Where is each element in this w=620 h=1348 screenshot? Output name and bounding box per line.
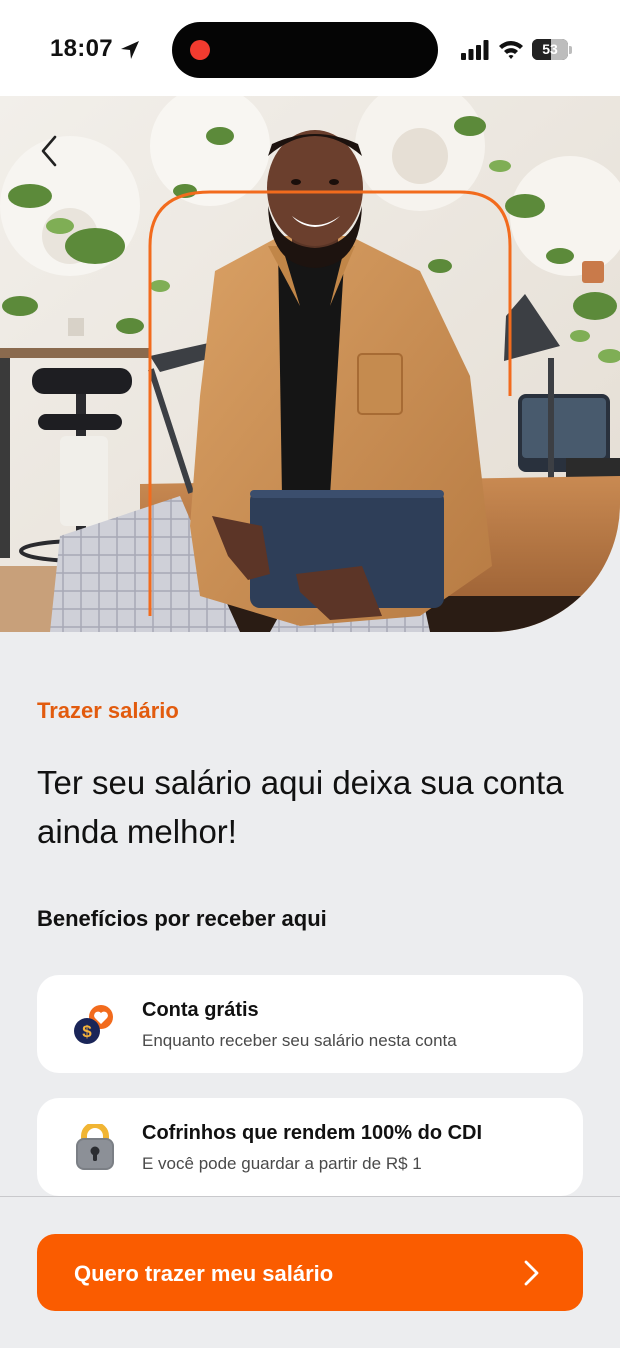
hero-image	[0, 96, 620, 632]
benefits-section-title: Benefícios por receber aqui	[37, 906, 327, 931]
wifi-icon	[499, 41, 523, 59]
eyebrow-label: Trazer salário	[37, 698, 179, 723]
benefit-subtitle: E você pode guardar a partir de R$ 1	[142, 1154, 422, 1173]
page-headline: Ter seu salário aqui deixa sua conta ain…	[37, 764, 564, 850]
svg-text:$: $	[82, 1022, 92, 1041]
padlock-icon	[76, 1124, 114, 1170]
benefit-card-cofrinhos[interactable]: Cofrinhos que rendem 100% do CDI E você …	[37, 1098, 583, 1196]
cta-label: Quero trazer meu salário	[74, 1261, 334, 1286]
benefit-title: Cofrinhos que rendem 100% do CDI	[142, 1122, 483, 1144]
recording-indicator-icon	[190, 40, 210, 60]
benefit-card-conta-gratis[interactable]: $ Conta grátis Enquanto receber seu salá…	[37, 975, 583, 1073]
benefit-title: Conta grátis	[142, 999, 259, 1021]
dynamic-island	[172, 22, 438, 78]
location-arrow-icon	[121, 41, 139, 59]
battery-level: 53	[542, 41, 558, 57]
battery-icon: 53	[532, 39, 568, 60]
back-button[interactable]	[26, 128, 72, 174]
bring-salary-button[interactable]: Quero trazer meu salário	[37, 1234, 583, 1311]
hero-photo	[0, 96, 620, 632]
status-bar: 18:07 53	[0, 0, 620, 96]
cellular-signal-icon	[461, 40, 489, 60]
benefit-subtitle: Enquanto receber seu salário nesta conta	[142, 1031, 457, 1050]
chevron-right-icon	[524, 1260, 539, 1286]
coin-heart-icon: $	[74, 1005, 113, 1044]
battery-nub	[569, 46, 572, 54]
status-time: 18:07	[50, 35, 113, 62]
chevron-left-icon	[41, 135, 57, 167]
